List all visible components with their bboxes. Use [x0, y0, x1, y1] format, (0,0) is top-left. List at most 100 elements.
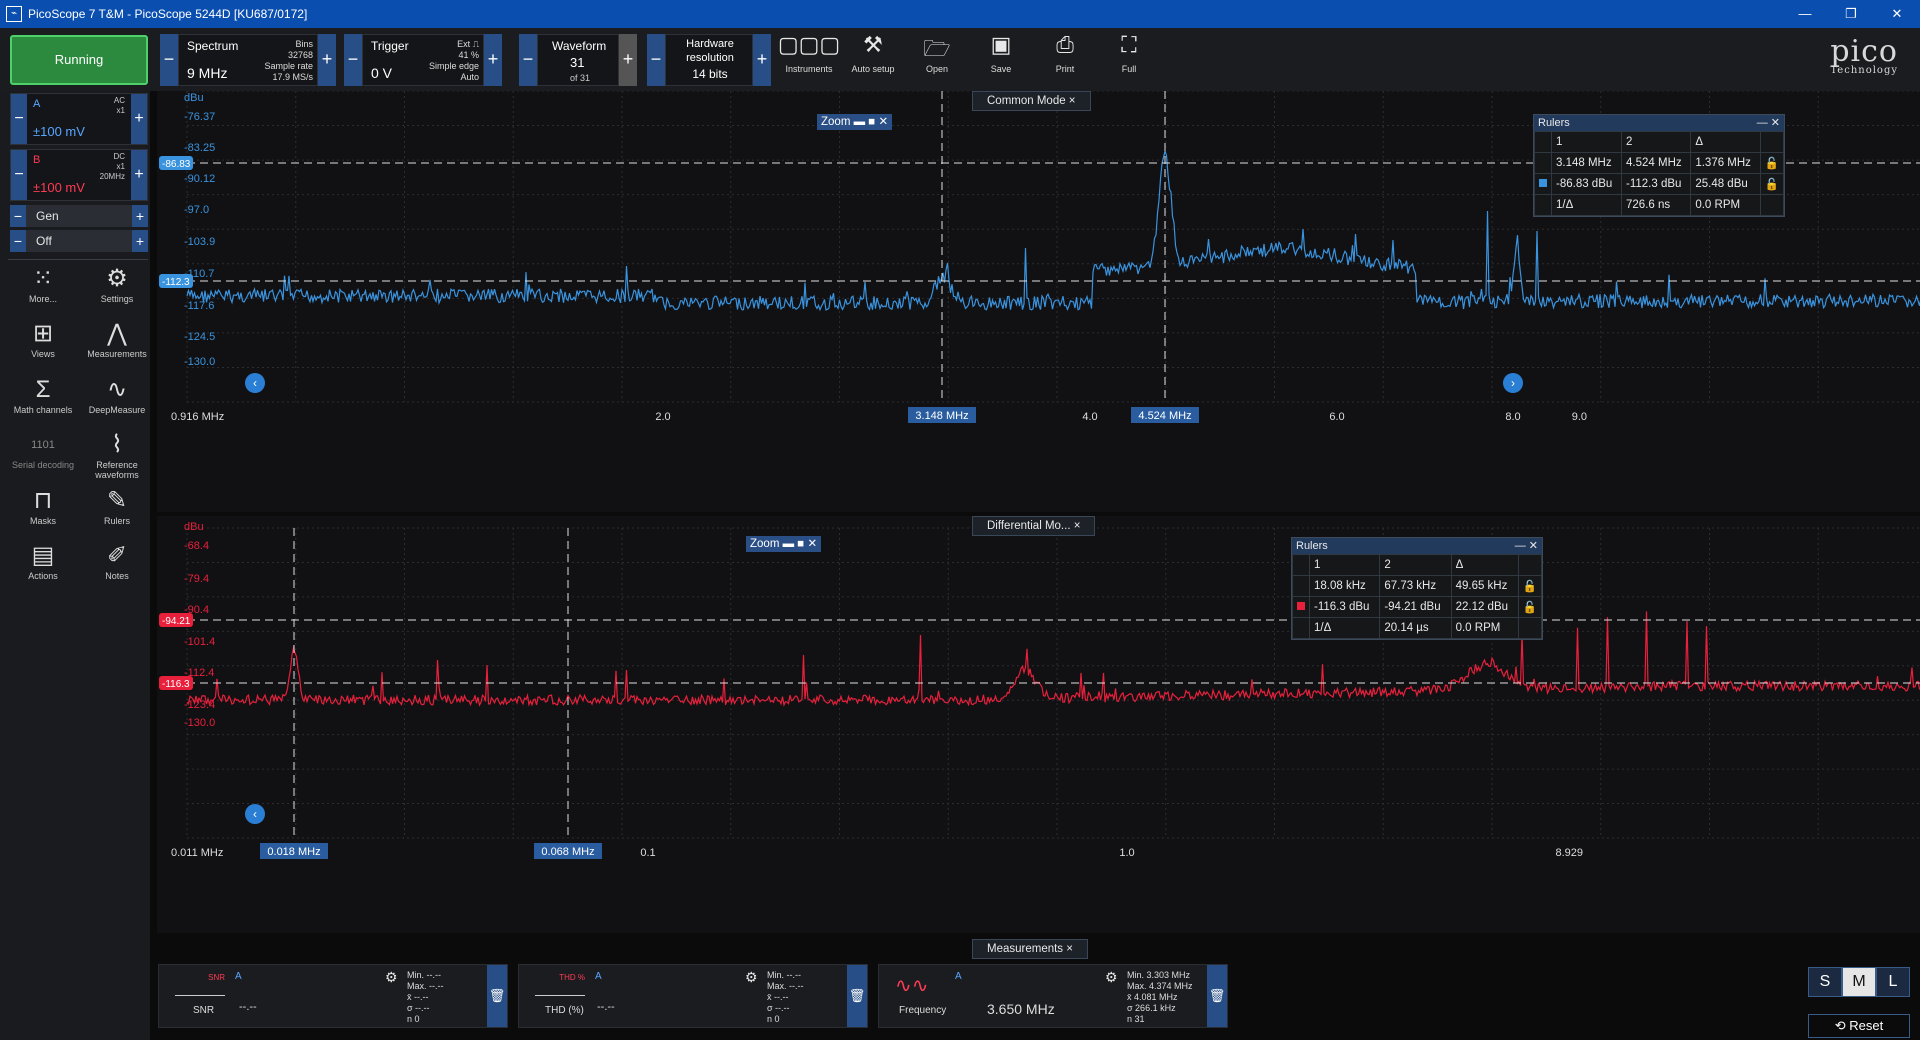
- rulers-title: Rulers: [1538, 117, 1570, 129]
- differential-mode-view[interactable]: -57.4-68.4-79.4-90.4-101.4-112.4-123.4-1…: [157, 507, 1920, 933]
- rulers-header: Rulers — ✕: [1292, 538, 1542, 554]
- ruler-marker-label: 0.068 MHz: [541, 846, 594, 858]
- actions-button[interactable]: ▤ Actions: [8, 542, 78, 582]
- lock-icon[interactable]: 🔓: [1759, 173, 1785, 195]
- resolution-control[interactable]: Hardware resolution 14 bits: [665, 34, 753, 86]
- trigger-control[interactable]: Trigger 0 V Ext ⎍ 41 % Simple edge Auto: [362, 34, 484, 86]
- spectrum-minus-button[interactable]: −: [160, 34, 178, 86]
- reference-waveforms-label: Reference waveforms: [95, 460, 139, 480]
- common-mode-tab[interactable]: Common Mode ×: [972, 91, 1091, 111]
- restore-icon[interactable]: ❐: [1828, 0, 1874, 28]
- measurements-tab[interactable]: Measurements ×: [972, 939, 1088, 959]
- settings-button[interactable]: ⚙ Settings: [82, 266, 152, 305]
- math-channels-button[interactable]: Σ Math channels: [8, 377, 78, 416]
- gear-icon[interactable]: ⚙: [1105, 969, 1118, 986]
- measurement-frequency[interactable]: ∿∿ A Frequency 3.650 MHz ⚙ Min. 3.303 MH…: [878, 964, 1228, 1028]
- deepmeasure-button[interactable]: ∿ DeepMeasure: [82, 377, 152, 416]
- serial-decoding-button[interactable]: 1101 Serial decoding: [8, 432, 78, 470]
- channel-a-swatch: [1539, 179, 1547, 187]
- channel-b-plus-button[interactable]: +: [131, 150, 147, 200]
- ruler-marker-label: -116.3: [162, 679, 190, 690]
- generator-minus-button[interactable]: −: [10, 205, 26, 227]
- waveform-control[interactable]: Waveform 31 of 31: [537, 34, 619, 86]
- ruler-marker-label: -94.21: [162, 616, 191, 627]
- reset-button[interactable]: ⟲ Reset: [1808, 1014, 1910, 1038]
- stat-max: Max. --.--: [407, 981, 444, 991]
- rulers-label: Rulers: [103, 516, 130, 526]
- channel-b-control[interactable]: − B DC x1 20MHz ±100 mV +: [10, 149, 148, 201]
- measurement-thd[interactable]: THD % A THD (%) --.-- ⚙ Min. --.-- Max. -…: [518, 964, 868, 1028]
- off-plus-button[interactable]: +: [132, 230, 148, 252]
- gear-icon[interactable]: ⚙: [745, 969, 758, 986]
- lock-icon[interactable]: 🔓: [1517, 575, 1543, 597]
- run-stop-button[interactable]: Running: [10, 35, 148, 85]
- differential-mode-tab[interactable]: Differential Mo... ×: [972, 516, 1096, 536]
- reference-waveforms-button[interactable]: ⌇ Reference waveforms: [82, 432, 152, 481]
- rulers-title: Rulers: [1296, 540, 1328, 552]
- grid-dots-icon: ⁙: [32, 265, 54, 292]
- size-large-button[interactable]: L: [1876, 967, 1910, 997]
- zoom-indicator[interactable]: Zoom ▬ ■ ✕: [817, 114, 893, 130]
- measurement-snr[interactable]: SNR A SNR --.-- ⚙ Min. --.-- Max. --.-- x̄…: [158, 964, 508, 1028]
- measurements-button[interactable]: ⋀ Measurements: [82, 321, 152, 360]
- waveform-minus-button[interactable]: −: [519, 34, 537, 86]
- spectrum-label: Spectrum: [187, 39, 239, 53]
- differential-mode-spectrum[interactable]: -57.4-68.4-79.4-90.4-101.4-112.4-123.4-1…: [157, 507, 1920, 933]
- instruments-label: Instruments: [785, 64, 833, 74]
- x-tick-label: 2.0: [655, 411, 670, 423]
- lock-icon[interactable]: 🔓: [1517, 596, 1543, 618]
- ruler-marker-label: -86.83: [162, 159, 191, 170]
- close-icon[interactable]: ✕: [1874, 0, 1920, 28]
- rpm-value: 0.0 RPM: [1690, 194, 1761, 216]
- rulers-col-2: 2: [1379, 554, 1452, 576]
- ruler-delta-freq: 1.376 MHz: [1690, 152, 1761, 174]
- common-mode-view[interactable]: -69.5-76.37-83.25-90.12-97.0-103.9-110.7…: [157, 78, 1920, 512]
- ruler-2-level: -94.21 dBu: [1379, 596, 1452, 618]
- stat-sigma: σ 266.1 kHz: [1127, 1003, 1176, 1013]
- size-medium-button[interactable]: M: [1842, 967, 1876, 997]
- spectrum-plus-button[interactable]: +: [318, 34, 336, 86]
- inverse-delta-label: 1/Δ: [1550, 194, 1623, 216]
- fullscreen-icon: ⛶: [1121, 32, 1137, 57]
- waveform-plus-button[interactable]: +: [619, 34, 637, 86]
- generator-plus-button[interactable]: +: [132, 205, 148, 227]
- x-tick-label: 9.0: [1572, 411, 1587, 423]
- lock-icon[interactable]: 🔓: [1759, 152, 1785, 174]
- views-button[interactable]: ⊞ Views: [8, 320, 78, 360]
- trigger-minus-button[interactable]: −: [344, 34, 362, 86]
- views-icon: ⊞: [32, 320, 54, 347]
- channel-a-plus-button[interactable]: +: [131, 94, 147, 144]
- off-minus-button[interactable]: −: [10, 230, 26, 252]
- trash-icon[interactable]: 🗑: [1207, 965, 1227, 1027]
- generator-control[interactable]: − Gen +: [10, 205, 148, 227]
- stat-mean: x̄ --.--: [407, 992, 429, 1002]
- trash-icon[interactable]: 🗑: [487, 965, 507, 1027]
- minimize-icon[interactable]: —: [1782, 0, 1828, 28]
- spectrum-control[interactable]: Spectrum 9 MHz Bins 32768 Sample rate 17…: [178, 34, 318, 86]
- stat-min: Min. 3.303 MHz: [1127, 970, 1191, 980]
- ruler-icon: ✎: [106, 487, 128, 514]
- y-tick-label: -83.25: [184, 142, 215, 154]
- rulers-button[interactable]: ✎ Rulers: [82, 487, 152, 527]
- trash-icon[interactable]: 🗑: [847, 965, 867, 1027]
- trigger-plus-button[interactable]: +: [484, 34, 502, 86]
- waveform-label: Waveform: [552, 39, 607, 53]
- channel-a-control[interactable]: − A AC x1 ±100 mV +: [10, 93, 148, 145]
- masks-button[interactable]: ⊓ Masks: [8, 488, 78, 527]
- rulers-panel: Rulers — ✕ 12Δ 18.08 kHz 67.73 kHz 49.65 kH…: [1291, 537, 1543, 640]
- clapper-icon: ▤: [31, 542, 55, 569]
- channel-a-minus-button[interactable]: −: [11, 94, 27, 144]
- size-small-button[interactable]: S: [1808, 967, 1842, 997]
- rulers-close-icon[interactable]: — ✕: [1757, 115, 1780, 131]
- zoom-indicator[interactable]: Zoom ▬ ■ ✕: [746, 536, 822, 552]
- resolution-minus-button[interactable]: −: [647, 34, 665, 86]
- off-control[interactable]: − Off +: [10, 230, 148, 252]
- gear-icon[interactable]: ⚙: [385, 969, 398, 986]
- notes-button[interactable]: ✐ Notes: [82, 543, 152, 582]
- resolution-plus-button[interactable]: +: [753, 34, 771, 86]
- stat-max: Max. --.--: [767, 981, 804, 991]
- full-label: Full: [1121, 64, 1137, 74]
- rulers-close-icon[interactable]: — ✕: [1515, 538, 1538, 554]
- channel-b-minus-button[interactable]: −: [11, 150, 27, 200]
- more-button[interactable]: ⁙ More...: [8, 265, 78, 305]
